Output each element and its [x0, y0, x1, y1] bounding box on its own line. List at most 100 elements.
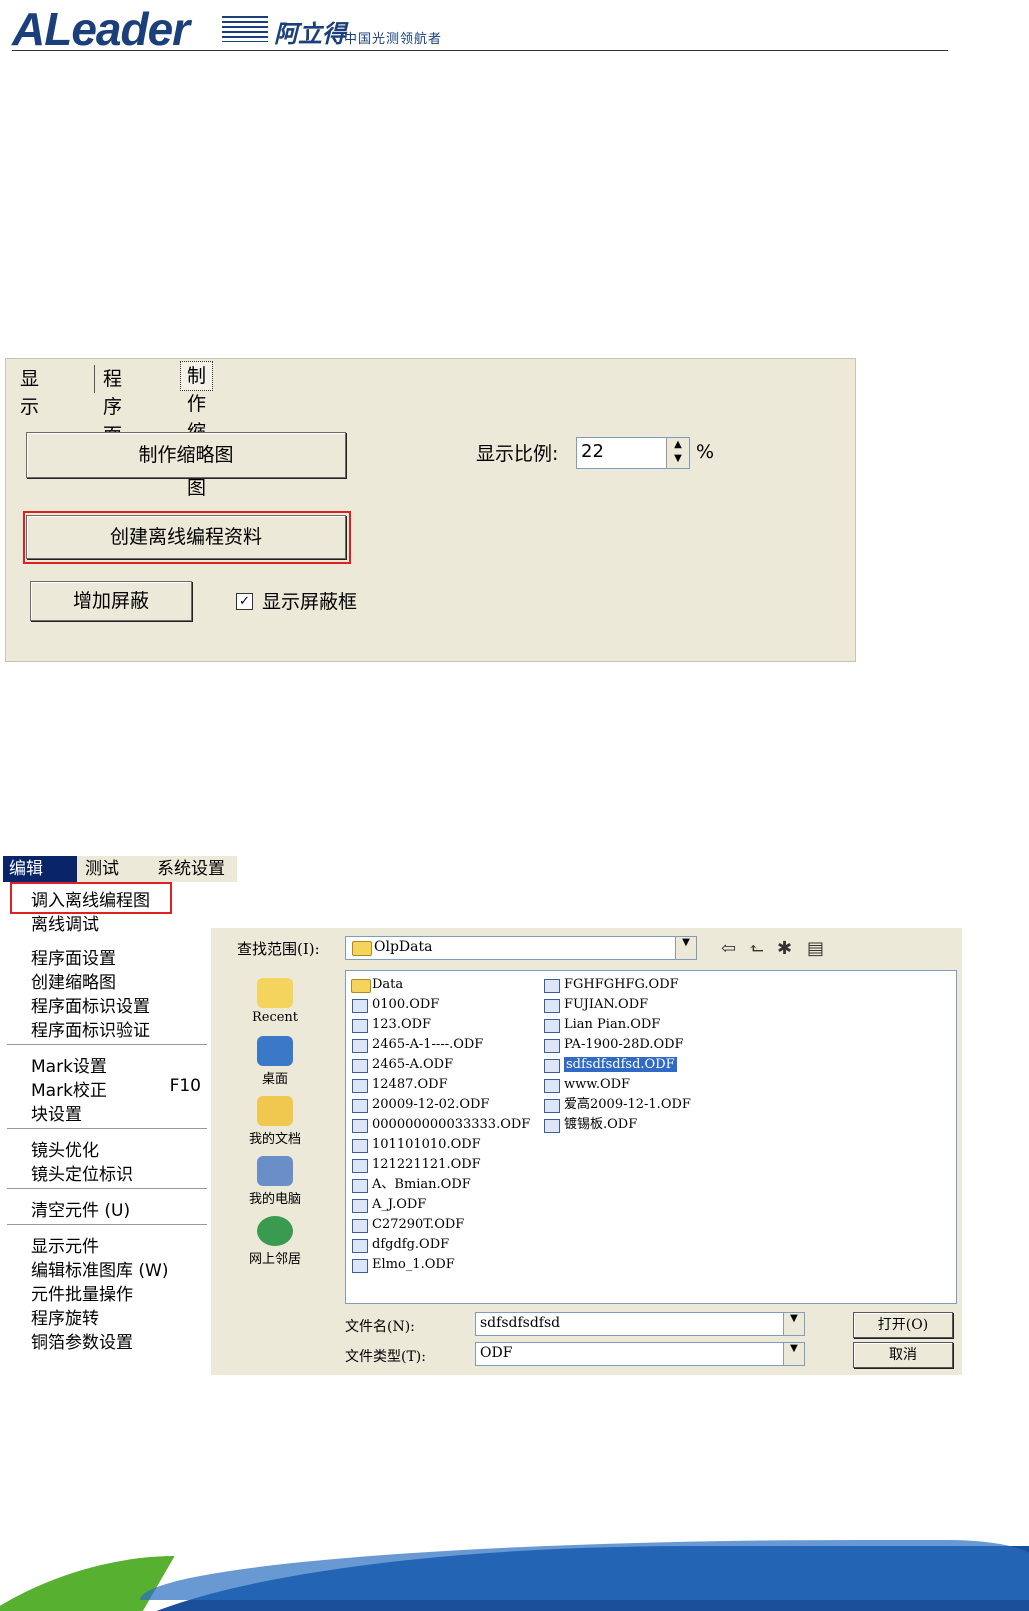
file-name: 12487.ODF	[372, 1077, 448, 1092]
my-computer-icon	[257, 1156, 293, 1186]
file-name: www.ODF	[564, 1077, 631, 1092]
file-list-item[interactable]: dfgdfg.ODF	[348, 1235, 530, 1255]
file-list-item[interactable]: FUJIAN.ODF	[540, 995, 691, 1015]
network-globe-icon	[257, 1216, 293, 1246]
tab-program-side[interactable]: 程序面	[94, 365, 122, 446]
menu-system-settings[interactable]: 系统设置	[151, 856, 231, 882]
file-list-item[interactable]: 101101010.ODF	[348, 1135, 530, 1155]
file-list-item[interactable]: A_J.ODF	[348, 1195, 530, 1215]
file-list-item[interactable]: 20009-12-02.ODF	[348, 1095, 530, 1115]
place-network[interactable]: 网上邻居	[231, 1216, 319, 1267]
new-folder-icon[interactable]: ✱	[777, 938, 792, 959]
file-list-item[interactable]: FGHFGHFG.ODF	[540, 975, 691, 995]
menu-item-mark-calibrate[interactable]: Mark校正 F10	[31, 1076, 207, 1101]
file-name: Data	[372, 977, 404, 992]
file-list-item[interactable]: Data	[348, 975, 530, 995]
file-list-item[interactable]: A、Bmian.ODF	[348, 1175, 530, 1195]
filename-value[interactable]: sdfsdfsdfsd	[480, 1315, 560, 1331]
menu-item-create-thumbnail[interactable]: 创建缩略图	[31, 968, 116, 993]
file-name: 000000000033333.ODF	[372, 1117, 531, 1132]
menu-edit[interactable]: 编辑	[3, 856, 77, 882]
chevron-down-icon[interactable]: ▼	[783, 1343, 804, 1365]
menu-item-side-mark-verify[interactable]: 程序面标识验证	[31, 1016, 150, 1041]
file-list-item[interactable]: 12487.ODF	[348, 1075, 530, 1095]
file-list-item[interactable]: 121221121.ODF	[348, 1155, 530, 1175]
file-icon	[544, 1079, 560, 1093]
file-list-item[interactable]: PA-1900-28D.ODF	[540, 1035, 691, 1055]
spin-down-icon[interactable]: ▼	[667, 452, 689, 466]
menu-item-clear-components[interactable]: 清空元件 (U)	[31, 1196, 130, 1221]
file-icon	[352, 1019, 368, 1033]
file-list-item[interactable]: 2465-A.ODF	[348, 1055, 530, 1075]
menu-item-program-side-setup[interactable]: 程序面设置	[31, 944, 116, 969]
page-header: ALeader 阿立得 中国光测领航者	[12, 3, 948, 55]
file-list-item[interactable]: 2465-A-1----.ODF	[348, 1035, 530, 1055]
tab-display[interactable]: 显示	[20, 365, 39, 418]
up-folder-icon[interactable]: ⬑	[749, 938, 764, 959]
file-name: sdfsdfsdfsd.ODF	[564, 1057, 677, 1072]
file-list-item[interactable]: Lian Pian.ODF	[540, 1015, 691, 1035]
add-mask-button[interactable]: 增加屏蔽	[30, 581, 192, 621]
file-list-item[interactable]: 123.ODF	[348, 1015, 530, 1035]
tab-make-thumbnail[interactable]: 制作缩略图	[180, 361, 214, 499]
scale-value[interactable]: 22	[581, 441, 604, 462]
percent-sign: %	[696, 441, 715, 463]
folder-icon	[352, 941, 372, 956]
place-desktop[interactable]: 桌面	[231, 1036, 319, 1087]
menu-separator	[7, 1044, 207, 1045]
file-column-2: FGHFGHFG.ODF FUJIAN.ODF Lian Pian.ODF PA-19…	[540, 975, 691, 1135]
menu-test[interactable]: 测试	[79, 856, 125, 882]
file-icon	[544, 999, 560, 1013]
file-icon	[352, 1119, 368, 1133]
file-name: 20009-12-02.ODF	[372, 1097, 490, 1112]
open-file-dialog: 查找范围(I): OlpData ▼ ⇦ ⬑ ✱ ▤ Recent 桌面 我的文…	[211, 928, 962, 1375]
make-thumbnail-button[interactable]: 制作缩略图	[26, 432, 346, 478]
file-name: 2465-A.ODF	[372, 1057, 454, 1072]
file-list-item[interactable]: Elmo_1.ODF	[348, 1255, 530, 1275]
view-menu-icon[interactable]: ▤	[807, 938, 824, 959]
file-list[interactable]: Data 0100.ODF 123.ODF 2465-A-1----.ODF 2465-…	[345, 970, 957, 1304]
stepper-buttons[interactable]: ▲ ▼	[666, 438, 689, 468]
file-list-item[interactable]: 0100.ODF	[348, 995, 530, 1015]
menu-item-lens-position-mark[interactable]: 镜头定位标识	[31, 1160, 133, 1185]
chevron-down-icon[interactable]: ▼	[783, 1313, 804, 1335]
file-list-item[interactable]: 000000000033333.ODF	[348, 1115, 530, 1135]
place-my-documents[interactable]: 我的文档	[231, 1096, 319, 1147]
menu-item-show-components[interactable]: 显示元件	[31, 1232, 99, 1257]
menu-item-mark-setup[interactable]: Mark设置	[31, 1052, 107, 1077]
look-in-dropdown[interactable]: OlpData ▼	[345, 936, 697, 960]
place-label: 我的电脑	[248, 1192, 301, 1207]
file-icon	[352, 1139, 368, 1153]
thumbnail-panel: 显示 程序面 制作缩略图 制作缩略图 创建离线编程资料 增加屏蔽 ✓ 显示屏蔽框…	[5, 358, 856, 662]
file-list-item[interactable]: 爱高2009-12-1.ODF	[540, 1095, 691, 1115]
menu-item-side-mark-setup[interactable]: 程序面标识设置	[31, 992, 150, 1017]
menu-item-batch-operations[interactable]: 元件批量操作	[31, 1280, 133, 1305]
menu-item-edit-library[interactable]: 编辑标准图库 (W)	[31, 1256, 168, 1281]
show-mask-checkbox[interactable]: ✓	[236, 593, 253, 610]
chevron-down-icon[interactable]: ▼	[675, 937, 696, 959]
file-icon	[544, 1039, 560, 1053]
file-list-item[interactable]: www.ODF	[540, 1075, 691, 1095]
file-icon	[352, 1199, 368, 1213]
menu-item-block-setup[interactable]: 块设置	[31, 1100, 82, 1125]
spin-up-icon[interactable]: ▲	[667, 438, 689, 452]
place-recent[interactable]: Recent	[231, 978, 319, 1025]
filename-input[interactable]: sdfsdfsdfsd ▼	[475, 1312, 805, 1336]
filetype-value: ODF	[480, 1345, 513, 1361]
place-label: 桌面	[261, 1072, 288, 1087]
menu-item-copper-params[interactable]: 铜箔参数设置	[31, 1328, 133, 1353]
back-icon[interactable]: ⇦	[721, 938, 736, 959]
place-my-computer[interactable]: 我的电脑	[231, 1156, 319, 1207]
filetype-select[interactable]: ODF ▼	[475, 1342, 805, 1366]
file-list-item[interactable]: sdfsdfsdfsd.ODF	[540, 1055, 691, 1075]
scale-stepper[interactable]: 22 ▲ ▼	[576, 437, 690, 469]
cancel-button[interactable]: 取消	[853, 1342, 953, 1368]
menu-item-lens-optimize[interactable]: 镜头优化	[31, 1136, 99, 1161]
place-label: Recent	[251, 1010, 299, 1025]
file-list-item[interactable]: C27290T.ODF	[348, 1215, 530, 1235]
folder-icon	[351, 979, 371, 993]
show-mask-label: 显示屏蔽框	[262, 591, 358, 613]
open-button[interactable]: 打开(O)	[853, 1312, 953, 1338]
menu-item-rotate-program[interactable]: 程序旋转	[31, 1304, 99, 1329]
file-list-item[interactable]: 镀锡板.ODF	[540, 1115, 691, 1135]
